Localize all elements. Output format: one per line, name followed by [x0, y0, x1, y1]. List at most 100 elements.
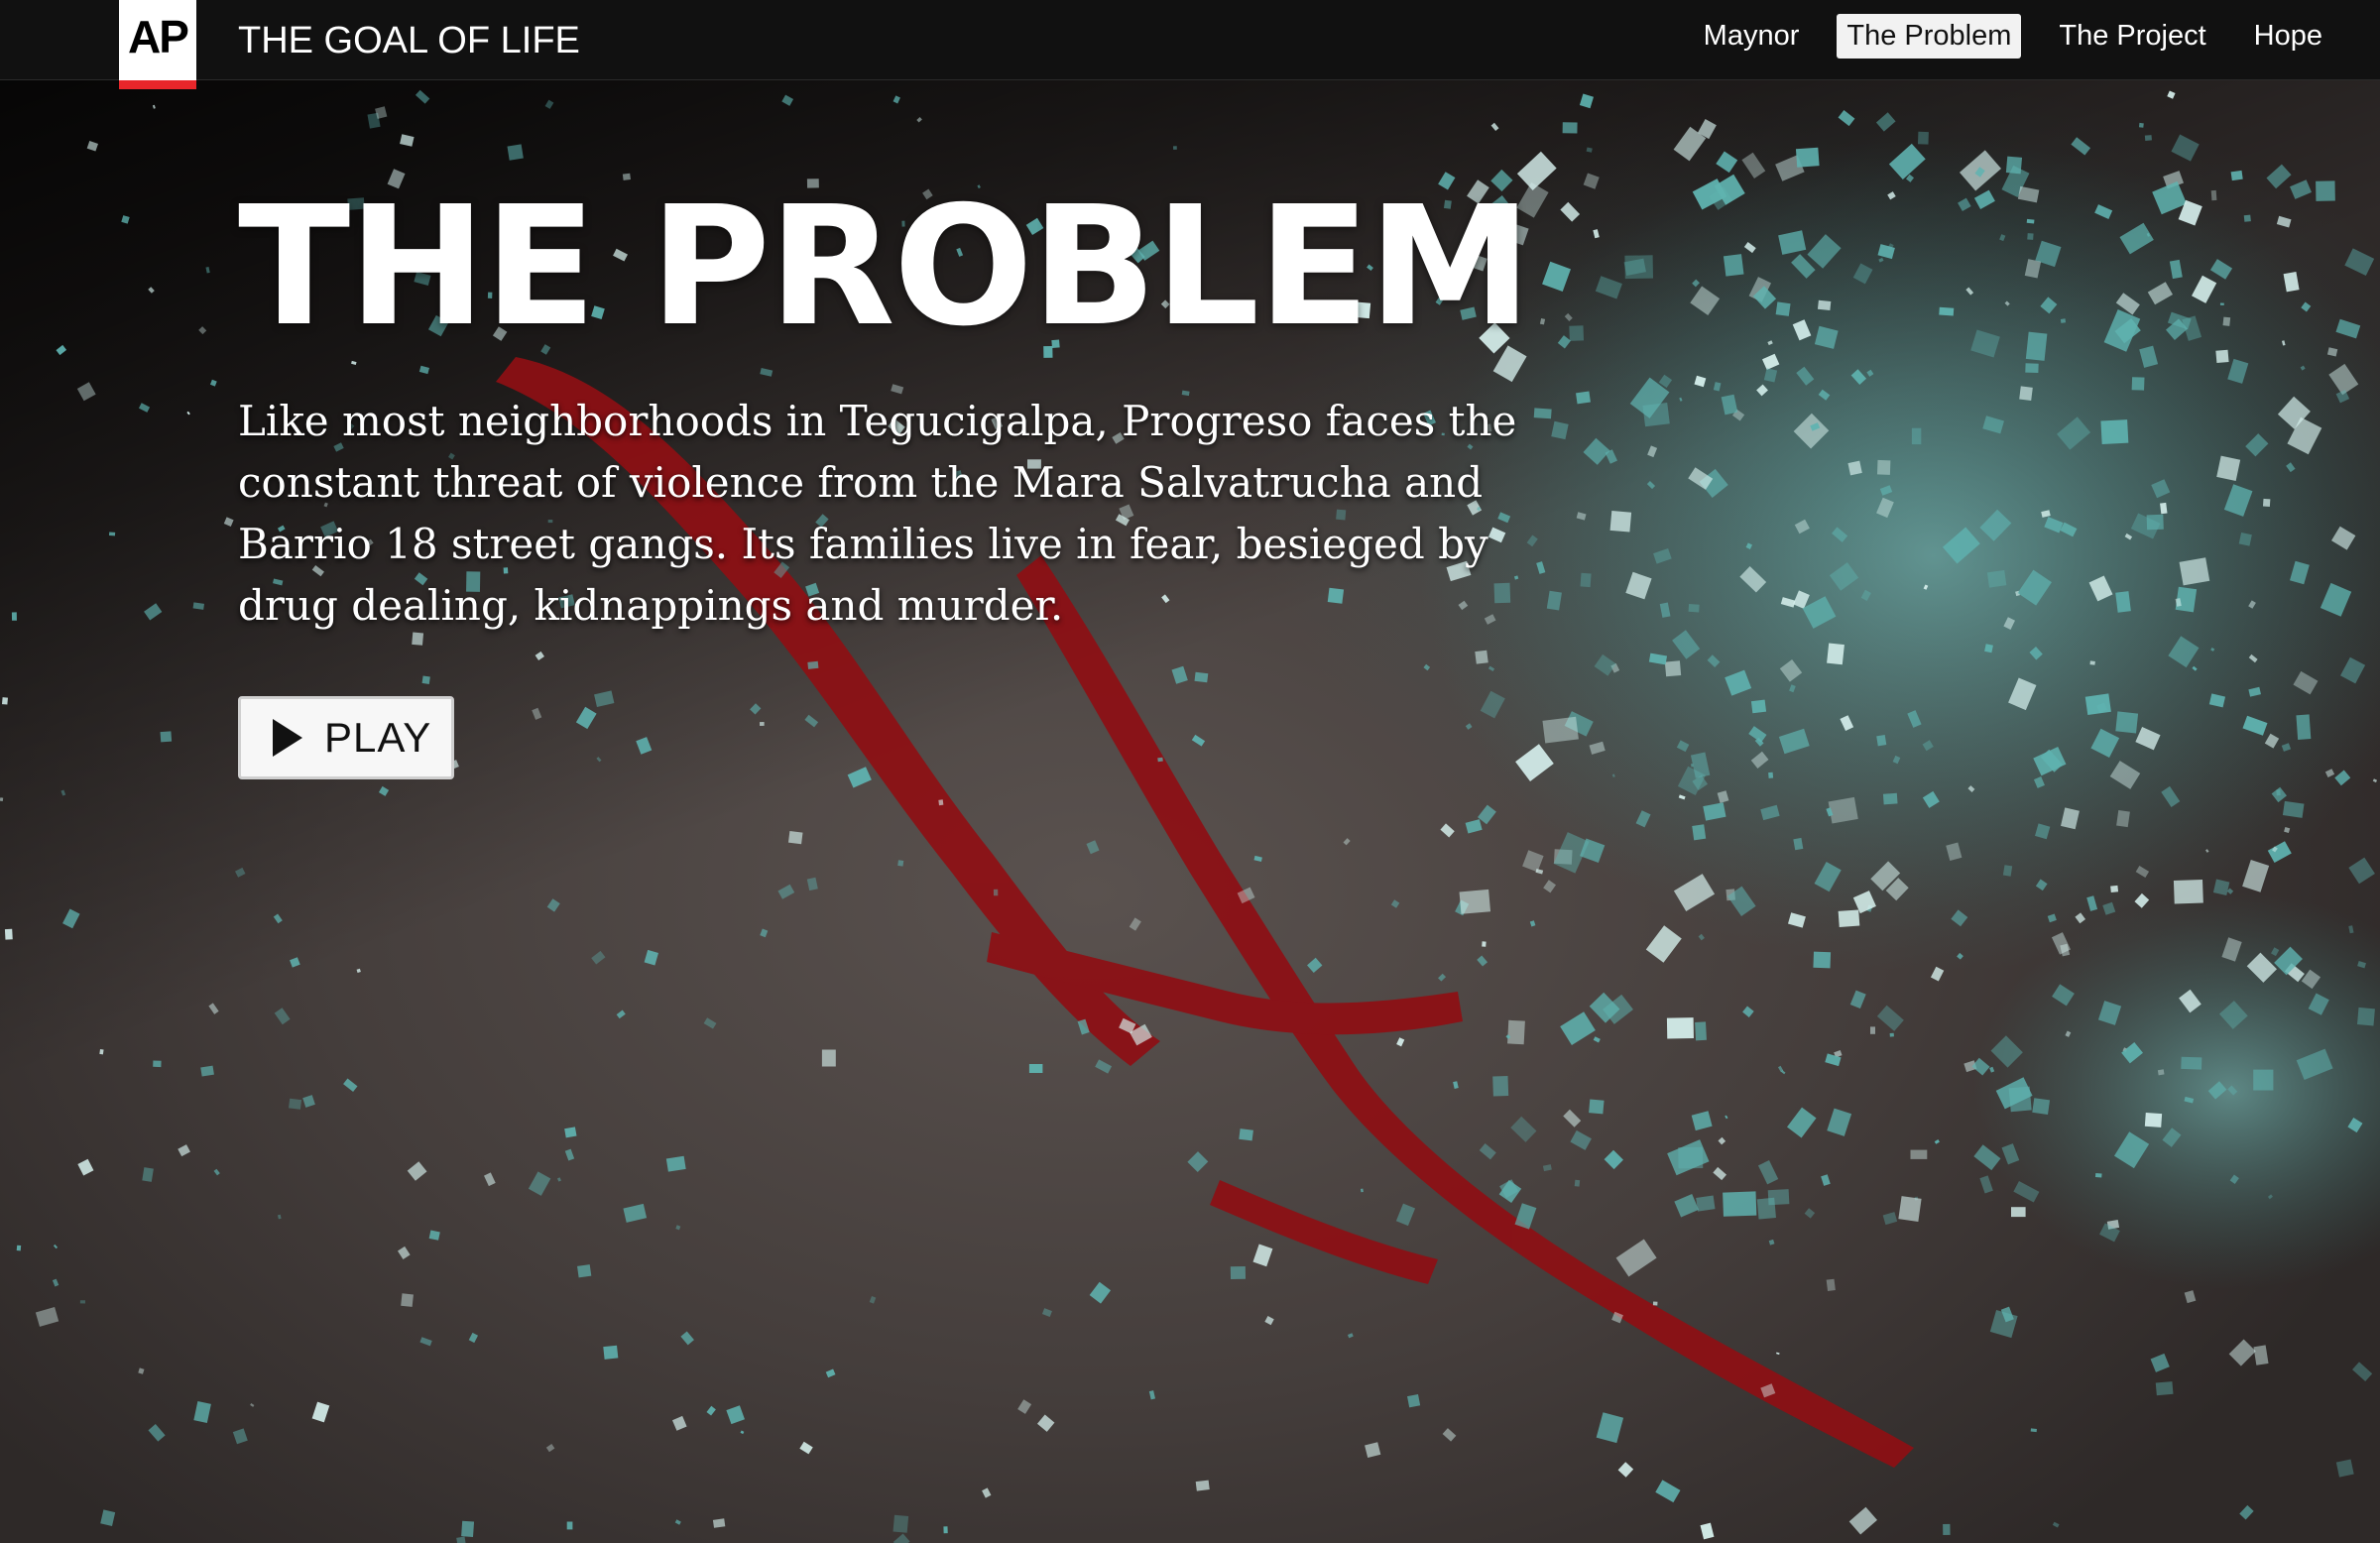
glass-shard [2002, 865, 2013, 877]
glass-shard [546, 898, 560, 912]
glass-shard [1570, 1129, 1592, 1150]
glass-shard [2266, 164, 2292, 189]
glass-shard [1692, 824, 1707, 841]
glass-shard [1827, 643, 1844, 665]
glass-shard [566, 1521, 573, 1530]
top-navigation-bar: AP THE GOAL OF LIFE Maynor The Problem T… [0, 0, 2380, 89]
site-title[interactable]: THE GOAL OF LIFE [238, 20, 580, 62]
glass-shard [943, 1526, 948, 1534]
glass-shard [1542, 1164, 1552, 1172]
glass-shard [1870, 1026, 1875, 1034]
glass-shard [1239, 1128, 1253, 1141]
glass-shard [2230, 170, 2243, 181]
glass-shard [2173, 879, 2203, 904]
glass-shard [2084, 693, 2111, 716]
glass-shard [1440, 823, 1455, 838]
glass-shard [1589, 1099, 1605, 1115]
glass-shard [2357, 1007, 2375, 1026]
glass-shard [2110, 885, 2119, 893]
glass-shard [2100, 419, 2129, 444]
glass-shard [1560, 1011, 1596, 1045]
nav-item-hope[interactable]: Hope [2244, 14, 2332, 59]
glass-shard [1390, 899, 1400, 908]
glass-shard [142, 1167, 154, 1182]
glass-shard [311, 1401, 330, 1423]
glass-shard [2115, 711, 2139, 734]
glass-shard [1442, 1428, 1457, 1442]
glass-shard [777, 884, 795, 899]
glass-shard [1817, 299, 1832, 311]
glass-shard [2282, 800, 2305, 818]
glass-shard [556, 1177, 561, 1182]
glass-shard [938, 799, 944, 806]
glass-shard [1828, 796, 1858, 824]
glass-shard [1691, 1111, 1713, 1131]
glass-shard [1593, 1036, 1601, 1043]
glass-shard [2215, 349, 2229, 364]
glass-shard [869, 1296, 877, 1304]
nav-item-the-project[interactable]: The Project [2049, 14, 2215, 59]
glass-shard [1173, 146, 1177, 150]
glass-shard [1563, 1109, 1582, 1128]
glass-shard [1510, 1116, 1537, 1142]
glass-shard [2167, 90, 2176, 99]
glass-shard [461, 1520, 475, 1537]
glass-shard [616, 1009, 626, 1019]
glass-shard [1609, 511, 1632, 533]
glass-shard [577, 1264, 592, 1278]
glass-shard [1742, 1006, 1754, 1017]
glass-shard [545, 1444, 555, 1453]
glass-shard [1804, 1208, 1816, 1219]
glass-shard [1787, 1107, 1817, 1138]
glass-shard [198, 326, 207, 335]
glass-shard [456, 1536, 466, 1543]
glass-shard [1700, 1522, 1715, 1540]
glass-shard [1604, 1149, 1623, 1170]
glass-shard [2025, 363, 2039, 374]
glass-shard [603, 1345, 619, 1360]
glass-shard [1307, 957, 1323, 974]
play-button-label: PLAY [324, 714, 432, 761]
glass-shard [1889, 1032, 1894, 1037]
glass-shard [2157, 1069, 2165, 1076]
glass-shard [53, 1244, 59, 1249]
glass-shard [2026, 218, 2035, 224]
glass-shard [1089, 1281, 1112, 1304]
glass-shard [1875, 112, 1896, 132]
glass-shard [1459, 889, 1491, 914]
glass-shard [2262, 498, 2271, 507]
glass-shard [274, 1008, 291, 1025]
glass-shard [821, 1049, 836, 1067]
glass-shard [77, 1158, 94, 1176]
glass-shard [144, 603, 163, 621]
glass-shard [1695, 1021, 1707, 1041]
glass-shard [1230, 1266, 1247, 1280]
hero-description: Like most neighborhoods in Tegucigalpa, … [238, 397, 1517, 630]
glass-shard [787, 831, 803, 845]
glass-shard [223, 517, 234, 527]
glass-shard [644, 949, 658, 966]
glass-shard [781, 94, 794, 106]
glass-shard [153, 1060, 162, 1068]
glass-shard [1664, 660, 1682, 677]
play-button[interactable]: PLAY [238, 696, 454, 779]
glass-shard [0, 797, 4, 802]
glass-shard [2239, 1504, 2254, 1520]
nav-item-maynor[interactable]: Maynor [1694, 14, 1810, 59]
glass-shard [993, 889, 999, 896]
glass-shard [2030, 1428, 2037, 1433]
glass-shard [1723, 1191, 1757, 1217]
ap-logo[interactable]: AP [119, 0, 196, 89]
glass-shard [2032, 1098, 2051, 1115]
glass-shard [1666, 1017, 1694, 1039]
glass-shard [703, 1017, 717, 1029]
glass-shard [564, 1148, 575, 1161]
ap-logo-text: AP [128, 11, 189, 62]
glass-shard [2253, 1345, 2269, 1365]
glass-shard [290, 957, 300, 968]
nav-item-the-problem[interactable]: The Problem [1837, 14, 2022, 59]
glass-shard [1795, 147, 1820, 168]
glass-shard [1477, 955, 1488, 967]
glass-shard [1514, 1203, 1537, 1230]
glass-shard [591, 950, 606, 965]
